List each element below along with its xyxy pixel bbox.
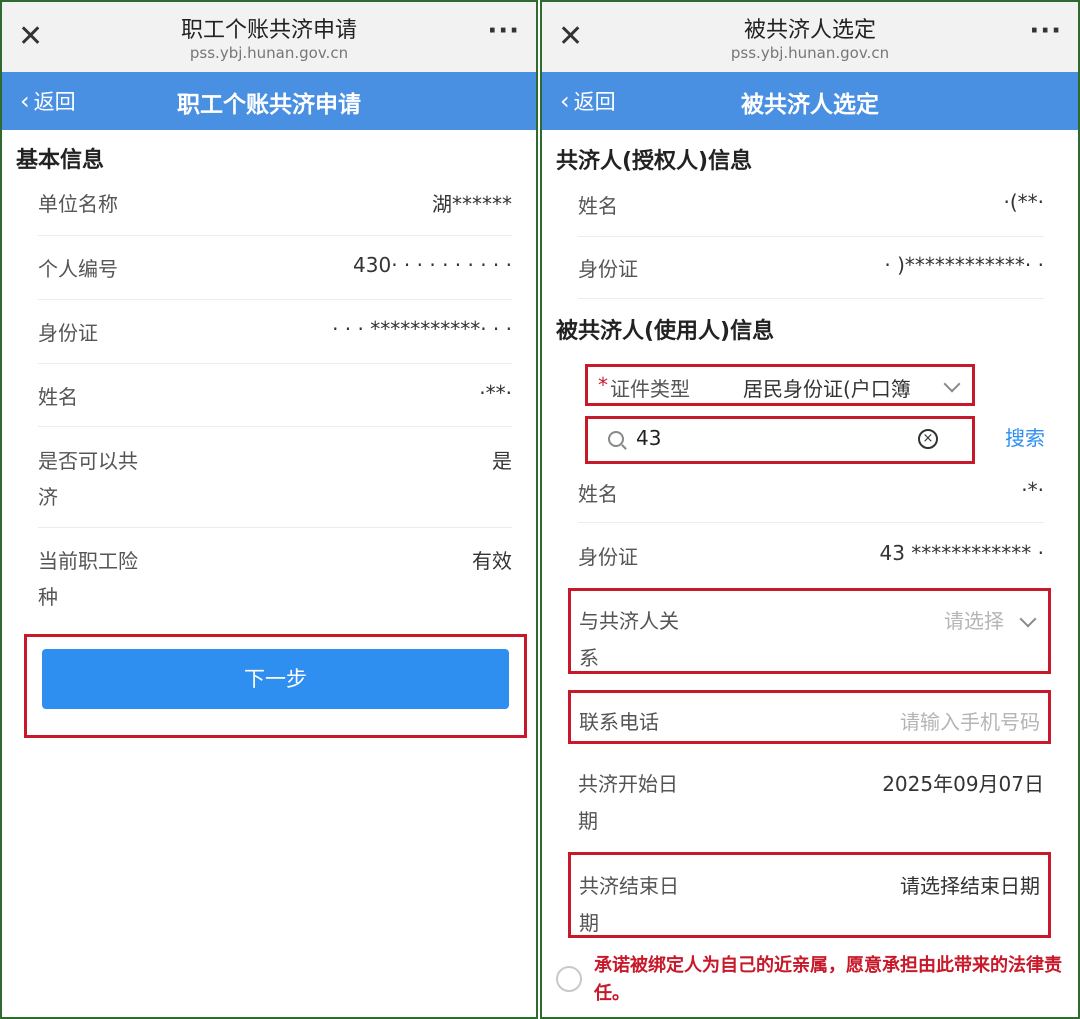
relation-select[interactable]: 与共济人关 系 请选择	[568, 588, 1051, 674]
row-label-wrap: 期	[578, 809, 598, 833]
row-label: 是否可以共	[38, 449, 138, 473]
browser-topbar: ✕ 被共济人选定 pss.ybj.hunan.gov.cn ···	[542, 2, 1078, 72]
chevron-down-icon	[943, 375, 961, 393]
row-label: 身份证	[578, 257, 638, 281]
row-label: 共济开始日	[578, 772, 678, 796]
id-type-value: 居民身份证(户口簿	[743, 377, 911, 401]
chevron-down-icon	[1019, 610, 1037, 628]
row-value: · )************· ·	[884, 253, 1044, 277]
row-value: ·**·	[479, 381, 512, 405]
row-label-wrap: 种	[38, 585, 58, 609]
nav-title: 被共济人选定	[741, 92, 879, 118]
section-title-basic-info: 基本信息	[16, 148, 105, 173]
row-can-share: 是否可以共 济 是	[38, 445, 512, 515]
agreement-text: 承诺被绑定人为自己的近亲属，愿意承担由此带来的法律责任。	[594, 955, 1062, 1004]
section-title-sharer-info: 共济人(授权人)信息	[556, 149, 753, 174]
row-label: 身份证	[38, 321, 98, 345]
row-value: · · · ***********· · ·	[332, 317, 512, 341]
required-mark: *	[598, 373, 608, 397]
row-label: 身份证	[578, 545, 638, 569]
phone-label: 联系电话	[579, 710, 659, 734]
divider	[578, 522, 1044, 523]
page-title: 被共济人选定	[743, 18, 876, 43]
id-search-input[interactable]: 43 ×	[590, 420, 968, 460]
page-url: pss.ybj.hunan.gov.cn	[189, 44, 349, 62]
search-icon	[608, 431, 624, 447]
search-button[interactable]: 搜索	[1005, 422, 1045, 451]
end-date-label: 共济结束日	[579, 874, 679, 898]
row-value: ·*·	[1021, 478, 1044, 502]
clear-icon[interactable]: ×	[918, 429, 938, 449]
nav-title: 职工个账共济申请	[177, 92, 361, 118]
relation-label: 与共济人关	[579, 609, 679, 633]
divider	[38, 426, 512, 427]
row-value: 2025年09月07日	[882, 772, 1044, 796]
more-icon[interactable]: ···	[487, 16, 520, 46]
end-date-value: 请选择结束日期	[900, 874, 1040, 898]
agreement-checkbox[interactable]	[556, 966, 582, 992]
section-title-beneficiary-info: 被共济人(使用人)信息	[556, 319, 775, 344]
row-label: 姓名	[578, 482, 618, 506]
divider	[38, 235, 512, 236]
row-insurance-type: 当前职工险 种 有效	[38, 545, 512, 615]
divider	[578, 298, 1044, 299]
search-value: 43	[636, 426, 662, 450]
divider	[38, 299, 512, 300]
row-value: 有效	[472, 549, 512, 573]
divider	[38, 527, 512, 528]
end-date-label-wrap: 期	[579, 911, 599, 935]
row-start-date[interactable]: 共济开始日 期 2025年09月07日	[578, 768, 1044, 838]
row-label: 个人编号	[38, 257, 118, 281]
divider	[38, 363, 512, 364]
left-phone-screen: ✕ 职工个账共济申请 pss.ybj.hunan.gov.cn ··· ‹ 返回 …	[0, 0, 538, 1019]
row-label: 单位名称	[38, 192, 118, 216]
browser-topbar: ✕ 职工个账共济申请 pss.ybj.hunan.gov.cn ···	[2, 2, 536, 72]
page-title: 职工个账共济申请	[180, 18, 357, 43]
row-value: 430· · · · · · · · · ·	[353, 253, 512, 277]
row-label-wrap: 济	[38, 485, 58, 509]
id-type-label: 证件类型	[610, 377, 690, 401]
app-navbar: ‹ 返回 职工个账共济申请	[2, 72, 536, 130]
row-value: 43 ************ ·	[879, 541, 1044, 565]
next-step-button[interactable]: 下一步	[42, 649, 509, 709]
row-label: 当前职工险	[38, 549, 138, 573]
row-value: 湖******	[432, 192, 512, 216]
relation-placeholder: 请选择	[944, 609, 1004, 633]
row-label: 姓名	[578, 194, 618, 218]
page-url: pss.ybj.hunan.gov.cn	[730, 44, 890, 62]
more-icon[interactable]: ···	[1029, 16, 1062, 46]
divider	[578, 236, 1044, 237]
row-value: 是	[492, 449, 512, 473]
end-date-picker[interactable]: 共济结束日 期 请选择结束日期	[568, 852, 1051, 938]
row-value: ·(**·	[1003, 190, 1044, 214]
phone-placeholder: 请输入手机号码	[900, 710, 1040, 734]
relation-label-wrap: 系	[579, 646, 599, 670]
id-type-select[interactable]: * 证件类型 居民身份证(户口簿	[585, 364, 975, 406]
app-navbar: ‹ 返回 被共济人选定	[542, 72, 1078, 130]
phone-input[interactable]: 联系电话 请输入手机号码	[568, 690, 1051, 744]
row-label: 姓名	[38, 385, 78, 409]
